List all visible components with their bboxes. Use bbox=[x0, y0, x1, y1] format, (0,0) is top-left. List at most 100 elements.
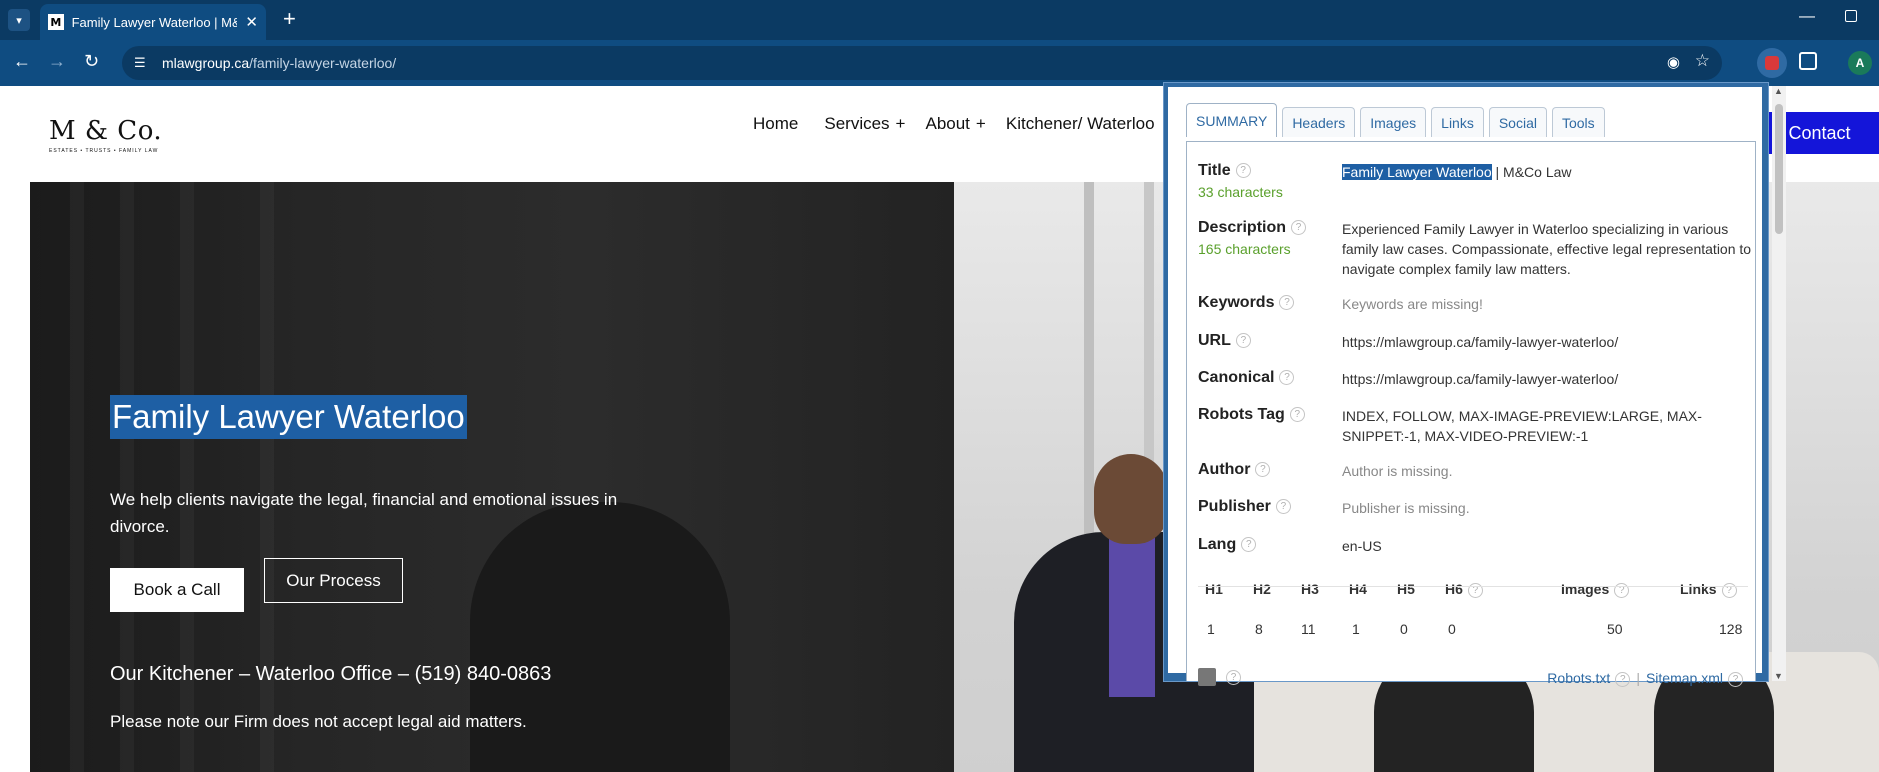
h5-count: 0 bbox=[1400, 621, 1408, 637]
url-row: URL? https://mlawgroup.ca/family-lawyer-… bbox=[1198, 332, 1753, 354]
avatar[interactable]: A bbox=[1848, 51, 1872, 75]
nav-kitchener-waterloo[interactable]: Kitchener/ Waterloo bbox=[1006, 114, 1161, 134]
plus-icon[interactable]: + bbox=[283, 8, 296, 30]
lang-value: en-US bbox=[1342, 538, 1382, 554]
site-nav: Home Services + About + Kitchener/ Waterlo… bbox=[753, 114, 1181, 134]
h1-count: 1 bbox=[1207, 621, 1215, 637]
help-icon[interactable]: ? bbox=[1279, 370, 1295, 386]
tab-headers[interactable]: Headers bbox=[1282, 107, 1356, 137]
help-icon[interactable]: ? bbox=[1728, 671, 1743, 687]
office-phone[interactable]: Our Kitchener – Waterloo Office – (519) … bbox=[110, 663, 551, 686]
publisher-row: Publisher? Publisher is missing. bbox=[1198, 498, 1753, 520]
help-icon[interactable]: ? bbox=[1241, 537, 1257, 553]
extension-icon[interactable] bbox=[1757, 48, 1787, 78]
description-count: 165 characters bbox=[1198, 241, 1291, 257]
restore-icon[interactable] bbox=[1845, 10, 1857, 22]
headers-summary-values: 1 8 11 1 0 0 50 128 bbox=[1198, 621, 1748, 641]
sitemap-link[interactable]: Sitemap.xml bbox=[1646, 670, 1723, 686]
help-icon[interactable]: ? bbox=[1226, 670, 1241, 685]
address-bar[interactable]: ☰ mlawgroup.ca/family-lawyer-waterloo/ ◉… bbox=[122, 46, 1722, 80]
h5-label: H5 bbox=[1397, 581, 1415, 597]
legal-aid-note: Please note our Firm does not accept leg… bbox=[110, 712, 527, 731]
keywords-row: Keywords? Keywords are missing! bbox=[1198, 294, 1753, 316]
scroll-thumb[interactable] bbox=[1775, 104, 1783, 234]
browser-toolbar: ← → ↻ ☰ mlawgroup.ca/family-lawyer-water… bbox=[0, 40, 1879, 86]
help-icon[interactable]: ? bbox=[1291, 220, 1307, 236]
back-arrow-icon[interactable]: ← bbox=[13, 51, 31, 71]
divider bbox=[1198, 586, 1748, 587]
publisher-value: Publisher is missing. bbox=[1342, 500, 1470, 516]
headers-summary-head: H1 H2 H3 H4 H5 H6? Images? Links? bbox=[1198, 581, 1748, 601]
canonical-value[interactable]: https://mlawgroup.ca/family-lawyer-water… bbox=[1342, 369, 1752, 389]
help-icon[interactable]: ? bbox=[1615, 671, 1631, 687]
chevron-down-icon[interactable]: ▾ bbox=[8, 9, 30, 31]
h2-count: 8 bbox=[1255, 621, 1263, 637]
logo-tagline: ESTATES • TRUSTS • FAMILY LAW bbox=[49, 148, 159, 154]
images-count: 50 bbox=[1607, 621, 1623, 637]
star-icon[interactable]: ☆ bbox=[1695, 51, 1710, 71]
help-icon[interactable]: ? bbox=[1275, 499, 1291, 515]
help-icon[interactable]: ? bbox=[1255, 462, 1271, 478]
robots-row: Robots Tag? INDEX, FOLLOW, MAX-IMAGE-PRE… bbox=[1198, 406, 1753, 448]
tab-tools[interactable]: Tools bbox=[1551, 107, 1605, 137]
h1-label: H1 bbox=[1205, 581, 1223, 597]
book-call-button[interactable]: Book a Call bbox=[110, 568, 244, 612]
url-value[interactable]: https://mlawgroup.ca/family-lawyer-water… bbox=[1342, 332, 1752, 352]
h3-label: H3 bbox=[1301, 581, 1319, 597]
h6-count: 0 bbox=[1448, 621, 1456, 637]
links-label: Links? bbox=[1680, 581, 1737, 598]
lang-row: Lang? en-US bbox=[1198, 536, 1753, 558]
seo-extension-popup: SUMMARY Headers Images Links Social Tool… bbox=[1163, 82, 1769, 687]
tab-links[interactable]: Links bbox=[1431, 107, 1484, 137]
popup-body: SUMMARY Headers Images Links Social Tool… bbox=[1168, 87, 1762, 687]
tab-title: Family Lawyer Waterloo | M&Co Law bbox=[71, 14, 238, 30]
footer-links: Robots.txt? | Sitemap.xml? bbox=[1547, 670, 1743, 687]
h4-label: H4 bbox=[1349, 581, 1367, 597]
title-count: 33 characters bbox=[1198, 184, 1283, 200]
popup-scrollbar[interactable]: ▲ ▼ bbox=[1772, 86, 1786, 681]
favicon-icon: M bbox=[48, 14, 64, 30]
scroll-up-icon[interactable]: ▲ bbox=[1774, 86, 1783, 96]
description-row: Description? 165 characters Experienced … bbox=[1198, 219, 1752, 277]
links-count: 128 bbox=[1719, 621, 1743, 637]
nav-services[interactable]: Services + bbox=[824, 114, 905, 134]
robots-value: INDEX, FOLLOW, MAX-IMAGE-PREVIEW:LARGE, … bbox=[1342, 408, 1702, 444]
canonical-row: Canonical? https://mlawgroup.ca/family-l… bbox=[1198, 369, 1753, 391]
nav-about[interactable]: About + bbox=[925, 114, 985, 134]
close-icon[interactable]: ✕ bbox=[245, 13, 258, 31]
help-icon[interactable]: ? bbox=[1235, 163, 1251, 179]
tab-summary[interactable]: SUMMARY bbox=[1186, 103, 1278, 137]
reload-icon[interactable]: ↻ bbox=[84, 51, 99, 71]
hero-title: Family Lawyer Waterloo bbox=[110, 395, 467, 439]
site-info-icon[interactable]: ☰ bbox=[134, 55, 150, 71]
tab-strip: ▾ M Family Lawyer Waterloo | M&Co Law ✕ … bbox=[0, 0, 1879, 40]
forward-arrow-icon[interactable]: → bbox=[48, 51, 66, 71]
nav-home[interactable]: Home bbox=[753, 114, 804, 134]
hero-subtitle: We help clients navigate the legal, fina… bbox=[110, 490, 618, 536]
scroll-down-icon[interactable]: ▼ bbox=[1774, 671, 1783, 681]
tab-images[interactable]: Images bbox=[1360, 107, 1427, 137]
site-logo[interactable]: M & Co. ESTATES • TRUSTS • FAMILY LAW bbox=[49, 116, 162, 154]
browser-tab[interactable]: M Family Lawyer Waterloo | M&Co Law ✕ bbox=[40, 4, 266, 40]
puzzle-icon[interactable] bbox=[1799, 52, 1817, 70]
description-value: Experienced Family Lawyer in Waterloo sp… bbox=[1342, 221, 1752, 277]
eye-off-icon[interactable]: ◉ bbox=[1667, 53, 1680, 71]
author-row: Author? Author is missing. bbox=[1198, 461, 1753, 483]
help-icon[interactable]: ? bbox=[1279, 295, 1295, 311]
h3-count: 11 bbox=[1301, 621, 1316, 637]
help-icon[interactable]: ? bbox=[1235, 333, 1251, 349]
robots-txt-link[interactable]: Robots.txt bbox=[1547, 670, 1610, 686]
h2-label: H2 bbox=[1253, 581, 1271, 597]
url-text[interactable]: mlawgroup.ca/family-lawyer-waterloo/ bbox=[162, 55, 396, 71]
our-process-button[interactable]: Our Process bbox=[264, 558, 403, 603]
chart-icon[interactable] bbox=[1198, 668, 1216, 686]
logo-text: M & Co. bbox=[49, 116, 163, 146]
author-value: Author is missing. bbox=[1342, 463, 1453, 479]
help-icon[interactable]: ? bbox=[1289, 407, 1305, 423]
minimize-icon[interactable]: — bbox=[1799, 8, 1815, 26]
summary-panel: Title? 33 characters Family Lawyer Water… bbox=[1186, 141, 1756, 687]
h6-label: H6? bbox=[1445, 581, 1483, 598]
keywords-value: Keywords are missing! bbox=[1342, 296, 1483, 312]
h4-count: 1 bbox=[1352, 621, 1360, 637]
tab-social[interactable]: Social bbox=[1488, 107, 1547, 137]
